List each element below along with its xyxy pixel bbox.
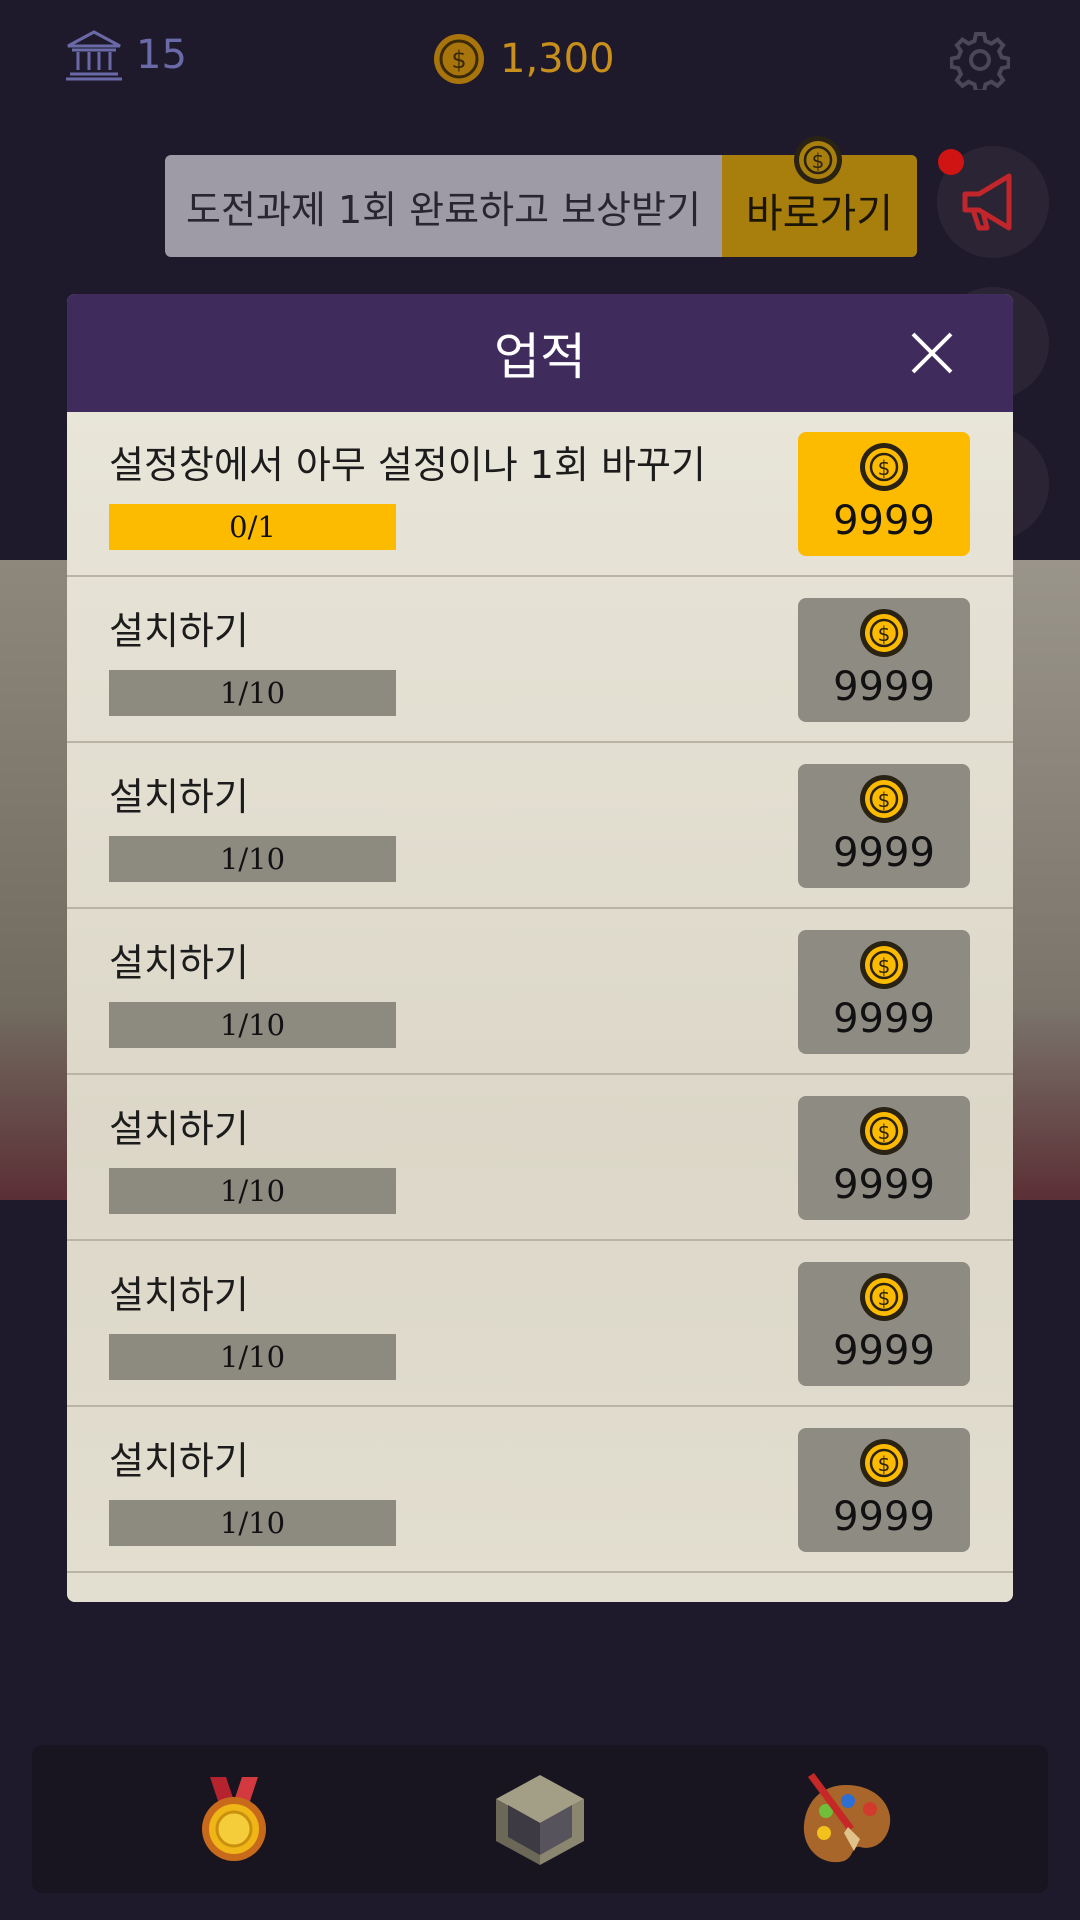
svg-text:$: $ [878, 1120, 891, 1144]
palette-icon [803, 1773, 891, 1863]
achievement-row: 설치하기 1/10 $ 9999 [67, 578, 1013, 743]
museum-level[interactable]: 15 [64, 28, 187, 82]
coin-icon: $ [860, 1107, 908, 1155]
museum-level-value: 15 [136, 32, 187, 78]
medal-icon [202, 1777, 266, 1861]
close-button[interactable] [907, 328, 957, 378]
close-icon [911, 332, 953, 374]
svg-text:$: $ [878, 788, 891, 812]
coin-icon: $ [794, 136, 842, 184]
svg-text:$: $ [878, 456, 891, 480]
nav-achievements-button[interactable] [134, 1745, 334, 1893]
reward-amount: 9999 [833, 996, 935, 1042]
museum-icon [66, 30, 122, 81]
gear-icon [949, 32, 1011, 94]
reward-button[interactable]: $ 9999 [798, 432, 970, 556]
reward-button[interactable]: $ 9999 [798, 1262, 970, 1386]
coin-icon: $ [434, 34, 484, 84]
achievement-progress: 1/10 [109, 670, 396, 716]
panel-title: 업적 [494, 328, 586, 386]
bottom-navigation [32, 1745, 1048, 1893]
coin-icon: $ [860, 1273, 908, 1321]
achievement-row: 설정창에서 아무 설정이나 1회 바꾸기 0/1 $ 9999 [67, 412, 1013, 577]
coin-balance-value: 1,300 [500, 36, 615, 82]
svg-text:$: $ [451, 46, 466, 74]
coin-icon: $ [860, 609, 908, 657]
notification-dot [938, 149, 964, 175]
room-background-right [1010, 560, 1080, 1200]
reward-amount: 9999 [833, 1494, 935, 1540]
coin-icon: $ [860, 1439, 908, 1487]
achievement-label: 설정창에서 아무 설정이나 1회 바꾸기 [109, 443, 706, 487]
achievement-row: 설치하기 1/10 $ 9999 [67, 744, 1013, 909]
achievement-label: 설치하기 [109, 941, 249, 985]
svg-text:$: $ [878, 1286, 891, 1310]
nav-decorate-button[interactable] [746, 1745, 946, 1893]
coin-icon: $ [860, 941, 908, 989]
achievement-label: 설치하기 [109, 775, 249, 819]
reward-button[interactable]: $ 9999 [798, 1096, 970, 1220]
nav-build-button[interactable] [440, 1745, 640, 1893]
achievement-progress: 1/10 [109, 1002, 396, 1048]
settings-button[interactable] [949, 30, 1011, 94]
panel-header: 업적 [67, 294, 1013, 412]
reward-amount: 9999 [833, 1328, 935, 1374]
reward-amount: 9999 [833, 498, 935, 544]
cube-icon [496, 1775, 584, 1865]
achievement-progress: 1/10 [109, 1168, 396, 1214]
reward-amount: 9999 [833, 664, 935, 710]
achievement-label: 설치하기 [109, 1107, 249, 1151]
achievement-progress: 1/10 [109, 1500, 396, 1546]
achievement-progress: 1/10 [109, 836, 396, 882]
reward-button[interactable]: $ 9999 [798, 930, 970, 1054]
reward-amount: 9999 [833, 1162, 935, 1208]
achievement-row: 설치하기 1/10 $ 9999 [67, 910, 1013, 1075]
achievement-panel: 업적 설정창에서 아무 설정이나 1회 바꾸기 0/1 $ 9999 설치하기 [67, 294, 1013, 1602]
svg-text:$: $ [812, 149, 825, 173]
room-background-left [0, 560, 70, 1200]
svg-text:$: $ [878, 1452, 891, 1476]
svg-text:$: $ [878, 954, 891, 978]
coin-icon: $ [860, 775, 908, 823]
reward-button[interactable]: $ 9999 [798, 1428, 970, 1552]
reward-button[interactable]: $ 9999 [798, 598, 970, 722]
coin-icon: $ [860, 443, 908, 491]
top-status-bar: 15 $ 1,300 [0, 0, 1080, 120]
coin-balance: $ 1,300 [432, 32, 615, 86]
achievement-row: 설치하기 1/10 $ 9999 [67, 1242, 1013, 1407]
achievement-label: 설치하기 [109, 609, 249, 653]
quest-banner-text: 도전과제 1회 완료하고 보상받기 [186, 187, 701, 232]
achievement-label: 설치하기 [109, 1273, 249, 1317]
svg-text:$: $ [878, 622, 891, 646]
achievement-progress: 1/10 [109, 1334, 396, 1380]
quest-banner[interactable]: 도전과제 1회 완료하고 보상받기 바로가기 $ [165, 136, 917, 257]
achievement-progress: 0/1 [109, 504, 396, 550]
achievement-label: 설치하기 [109, 1439, 249, 1483]
reward-amount: 9999 [833, 830, 935, 876]
achievement-list[interactable]: 설정창에서 아무 설정이나 1회 바꾸기 0/1 $ 9999 설치하기 1/1… [67, 412, 1013, 1602]
achievement-row: 설치하기 1/10 $ 9999 [67, 1408, 1013, 1573]
reward-button[interactable]: $ 9999 [798, 764, 970, 888]
achievement-row: 설치하기 1/10 $ 9999 [67, 1076, 1013, 1241]
